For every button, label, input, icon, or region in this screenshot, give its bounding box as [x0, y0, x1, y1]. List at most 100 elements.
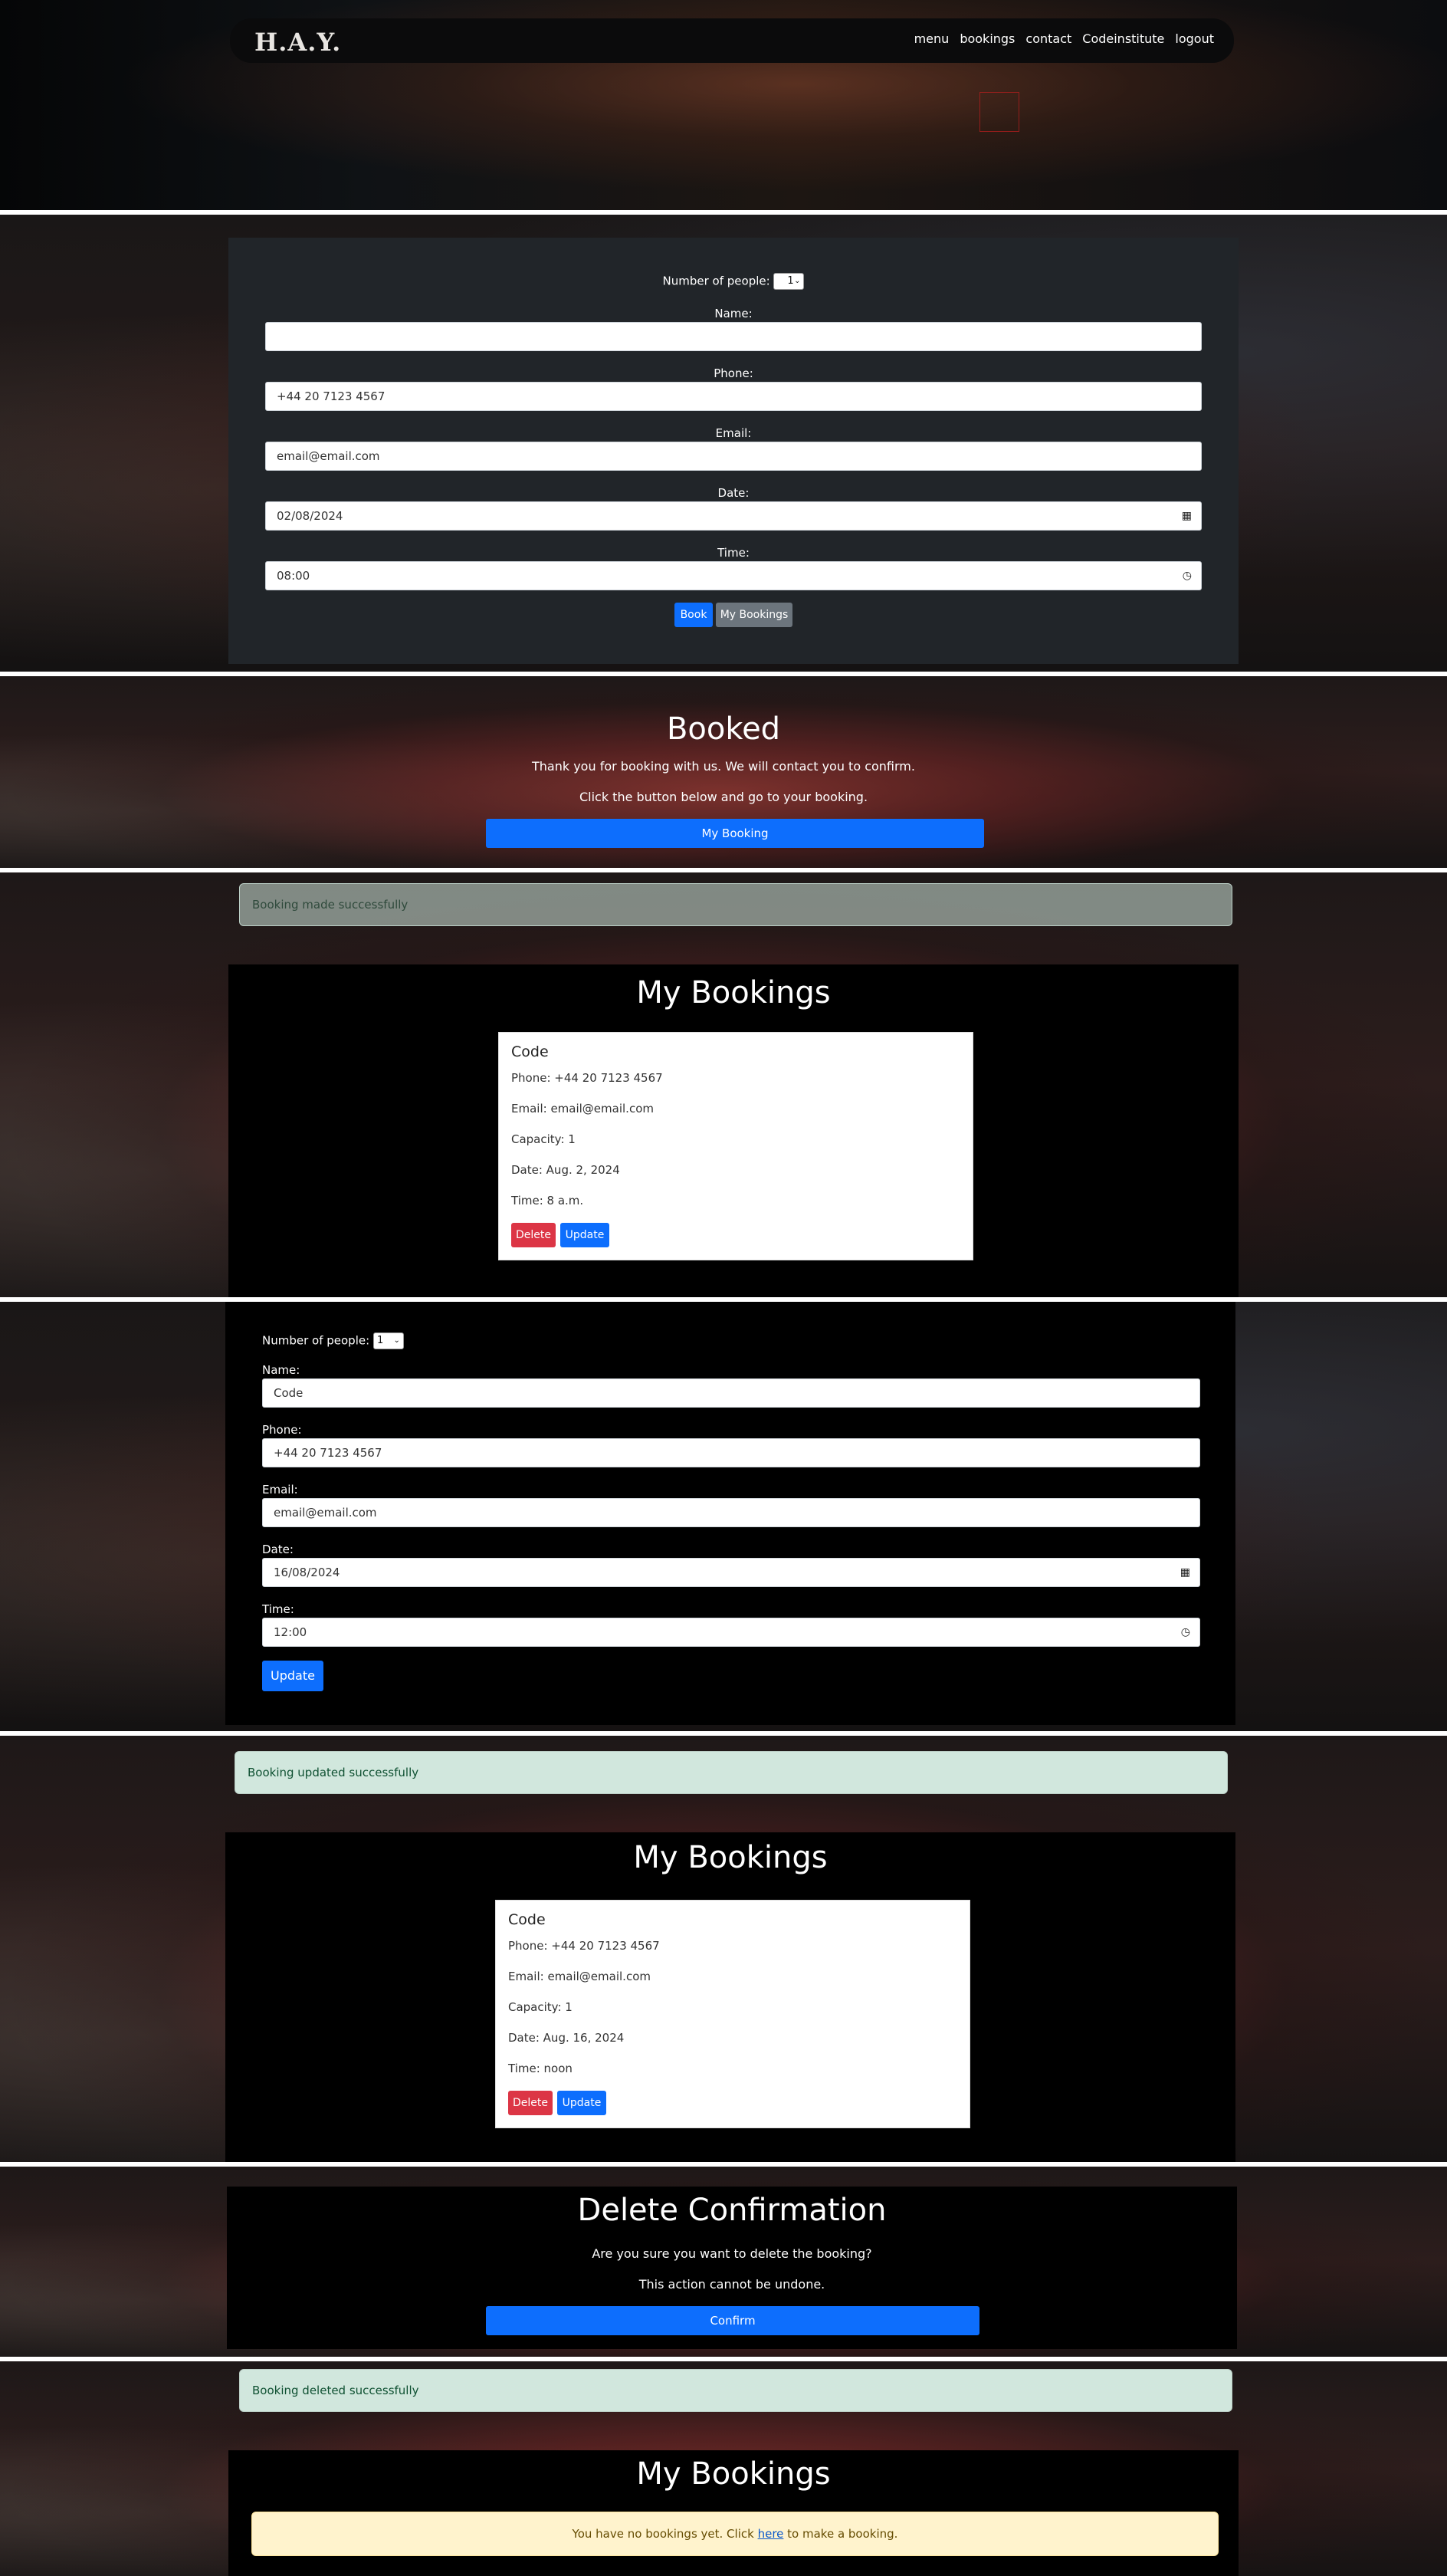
- nav-link-menu[interactable]: menu: [914, 31, 950, 46]
- confirm-button[interactable]: Confirm: [486, 2306, 979, 2335]
- clock-icon[interactable]: ◷: [1181, 1618, 1190, 1646]
- update-form-section: Number of people: 1 ⌄ Name: Code Phone: …: [0, 1302, 1447, 1731]
- booking-card: Code Phone: +44 20 7123 4567 Email: emai…: [498, 1032, 973, 1260]
- date-field[interactable]: 02/08/2024 ▦: [265, 501, 1202, 531]
- date-value: 02/08/2024: [277, 509, 343, 523]
- date-label: Date:: [717, 486, 750, 500]
- booking-phone: Phone: +44 20 7123 4567: [511, 1071, 663, 1085]
- people-select[interactable]: 1 ⌄: [773, 273, 805, 290]
- name-label: Name:: [262, 1363, 300, 1377]
- update-form: Number of people: 1 ⌄ Name: Code Phone: …: [225, 1302, 1235, 1725]
- date-label: Date:: [262, 1543, 294, 1556]
- people-label: Number of people:: [262, 1333, 370, 1348]
- time-value: 08:00: [277, 569, 310, 583]
- people-value: 1: [787, 275, 794, 287]
- booking-time: Time: noon: [508, 2062, 573, 2075]
- my-bookings-button[interactable]: My Bookings: [716, 603, 792, 627]
- people-select[interactable]: 1 ⌄: [372, 1332, 404, 1349]
- my-bookings-title: My Bookings: [636, 2456, 831, 2492]
- time-value: 12:00: [274, 1625, 307, 1639]
- delete-title: Delete Confirmation: [577, 2193, 887, 2228]
- delete-button[interactable]: Delete: [508, 2091, 553, 2115]
- date-value: 16/08/2024: [274, 1566, 340, 1579]
- time-label: Time:: [717, 546, 750, 560]
- nav-link-codeinstitute[interactable]: Codeinstitute: [1082, 31, 1164, 46]
- clock-icon[interactable]: ◷: [1183, 562, 1192, 590]
- decorative-frame: [979, 92, 1019, 132]
- nav-link-contact[interactable]: contact: [1025, 31, 1071, 46]
- booked-line-1: Thank you for booking with us. We will c…: [532, 759, 915, 774]
- email-label: Email:: [715, 426, 752, 440]
- name-label: Name:: [714, 307, 753, 320]
- delete-confirm-box: Delete Confirmation Are you sure you wan…: [227, 2187, 1237, 2349]
- calendar-icon[interactable]: ▦: [1182, 502, 1192, 530]
- delete-line-1: Are you sure you want to delete the book…: [592, 2246, 872, 2261]
- booked-section: Booked Thank you for booking with us. We…: [0, 676, 1447, 868]
- booking-date: Date: Aug. 16, 2024: [508, 2031, 625, 2045]
- time-field[interactable]: 08:00 ◷: [265, 561, 1202, 590]
- chevron-down-icon: ⌄: [794, 277, 801, 285]
- date-field[interactable]: 16/08/2024 ▦: [262, 1558, 1200, 1587]
- booking-card: Code Phone: +44 20 7123 4567 Email: emai…: [495, 1900, 970, 2128]
- success-alert: Booking updated successfully: [235, 1751, 1228, 1794]
- update-submit-button[interactable]: Update: [262, 1661, 323, 1691]
- bookings-container: My Bookings Code Phone: +44 20 7123 4567…: [225, 1832, 1235, 2162]
- my-bookings-section-1: Booking made successfully My Bookings Co…: [0, 872, 1447, 1297]
- booking-time: Time: 8 a.m.: [511, 1194, 584, 1208]
- site-logo[interactable]: H.A.Y.: [254, 28, 341, 57]
- nav-links: menu bookings contact Codeinstitute logo…: [914, 31, 1214, 46]
- empty-text-prefix: You have no bookings yet. Click: [572, 2527, 758, 2541]
- calendar-icon[interactable]: ▦: [1180, 1559, 1190, 1586]
- phone-field[interactable]: +44 20 7123 4567: [265, 382, 1202, 411]
- booked-line-2: Click the button below and go to your bo…: [579, 790, 868, 804]
- name-field[interactable]: [265, 322, 1202, 351]
- booking-capacity: Capacity: 1: [511, 1132, 576, 1146]
- name-field[interactable]: Code: [262, 1378, 1200, 1408]
- chevron-down-icon: ⌄: [393, 1336, 400, 1345]
- phone-label: Phone:: [714, 366, 753, 380]
- booking-form-section: Number of people: 1 ⌄ Name: Phone: +44 2…: [0, 215, 1447, 672]
- people-label: Number of people:: [662, 274, 770, 288]
- delete-button[interactable]: Delete: [511, 1223, 556, 1247]
- nav-link-logout[interactable]: logout: [1175, 31, 1214, 46]
- booking-phone: Phone: +44 20 7123 4567: [508, 1939, 660, 1953]
- my-bookings-title: My Bookings: [636, 975, 831, 1010]
- make-booking-link[interactable]: here: [758, 2527, 784, 2541]
- booking-capacity: Capacity: 1: [508, 2000, 573, 2014]
- booking-date: Date: Aug. 2, 2024: [511, 1163, 620, 1177]
- email-field[interactable]: email@email.com: [262, 1498, 1200, 1527]
- email-label: Email:: [262, 1483, 298, 1497]
- booking-form: Number of people: 1 ⌄ Name: Phone: +44 2…: [228, 238, 1239, 664]
- bookings-container: My Bookings You have no bookings yet. Cl…: [228, 2450, 1239, 2576]
- booking-name: Code: [511, 1043, 549, 1060]
- booking-email: Email: email@email.com: [508, 1970, 651, 1983]
- hero-section: H.A.Y. menu bookings contact Codeinstitu…: [0, 0, 1447, 210]
- people-value: 1: [376, 1335, 384, 1346]
- update-button[interactable]: Update: [557, 2091, 606, 2115]
- nav-link-bookings[interactable]: bookings: [960, 31, 1015, 46]
- empty-text-suffix: to make a booking.: [783, 2527, 898, 2541]
- booked-title: Booked: [666, 711, 781, 747]
- bookings-container: My Bookings Code Phone: +44 20 7123 4567…: [228, 964, 1239, 1297]
- my-bookings-title: My Bookings: [633, 1840, 828, 1875]
- booking-name: Code: [508, 1911, 546, 1928]
- time-field[interactable]: 12:00 ◷: [262, 1618, 1200, 1647]
- delete-confirm-section: Delete Confirmation Are you sure you wan…: [0, 2167, 1447, 2357]
- empty-bookings-alert: You have no bookings yet. Click here to …: [251, 2512, 1219, 2556]
- time-label: Time:: [262, 1602, 294, 1616]
- navbar: H.A.Y. menu bookings contact Codeinstitu…: [230, 18, 1234, 63]
- delete-line-2: This action cannot be undone.: [638, 2277, 825, 2292]
- update-button[interactable]: Update: [560, 1223, 609, 1247]
- phone-field[interactable]: +44 20 7123 4567: [262, 1438, 1200, 1467]
- email-field[interactable]: email@email.com: [265, 442, 1202, 471]
- people-row: Number of people: 1 ⌄: [228, 273, 1239, 290]
- success-alert: Booking deleted successfully: [239, 2369, 1232, 2412]
- booking-email: Email: email@email.com: [511, 1102, 654, 1116]
- success-alert: Booking made successfully: [239, 883, 1232, 926]
- phone-label: Phone:: [262, 1423, 302, 1437]
- people-row: Number of people: 1 ⌄: [262, 1332, 404, 1349]
- book-button[interactable]: Book: [674, 603, 713, 627]
- my-bookings-section-2: Booking updated successfully My Bookings…: [0, 1736, 1447, 2162]
- my-booking-button[interactable]: My Booking: [486, 819, 984, 848]
- my-bookings-section-3: Booking deleted successfully My Bookings…: [0, 2361, 1447, 2576]
